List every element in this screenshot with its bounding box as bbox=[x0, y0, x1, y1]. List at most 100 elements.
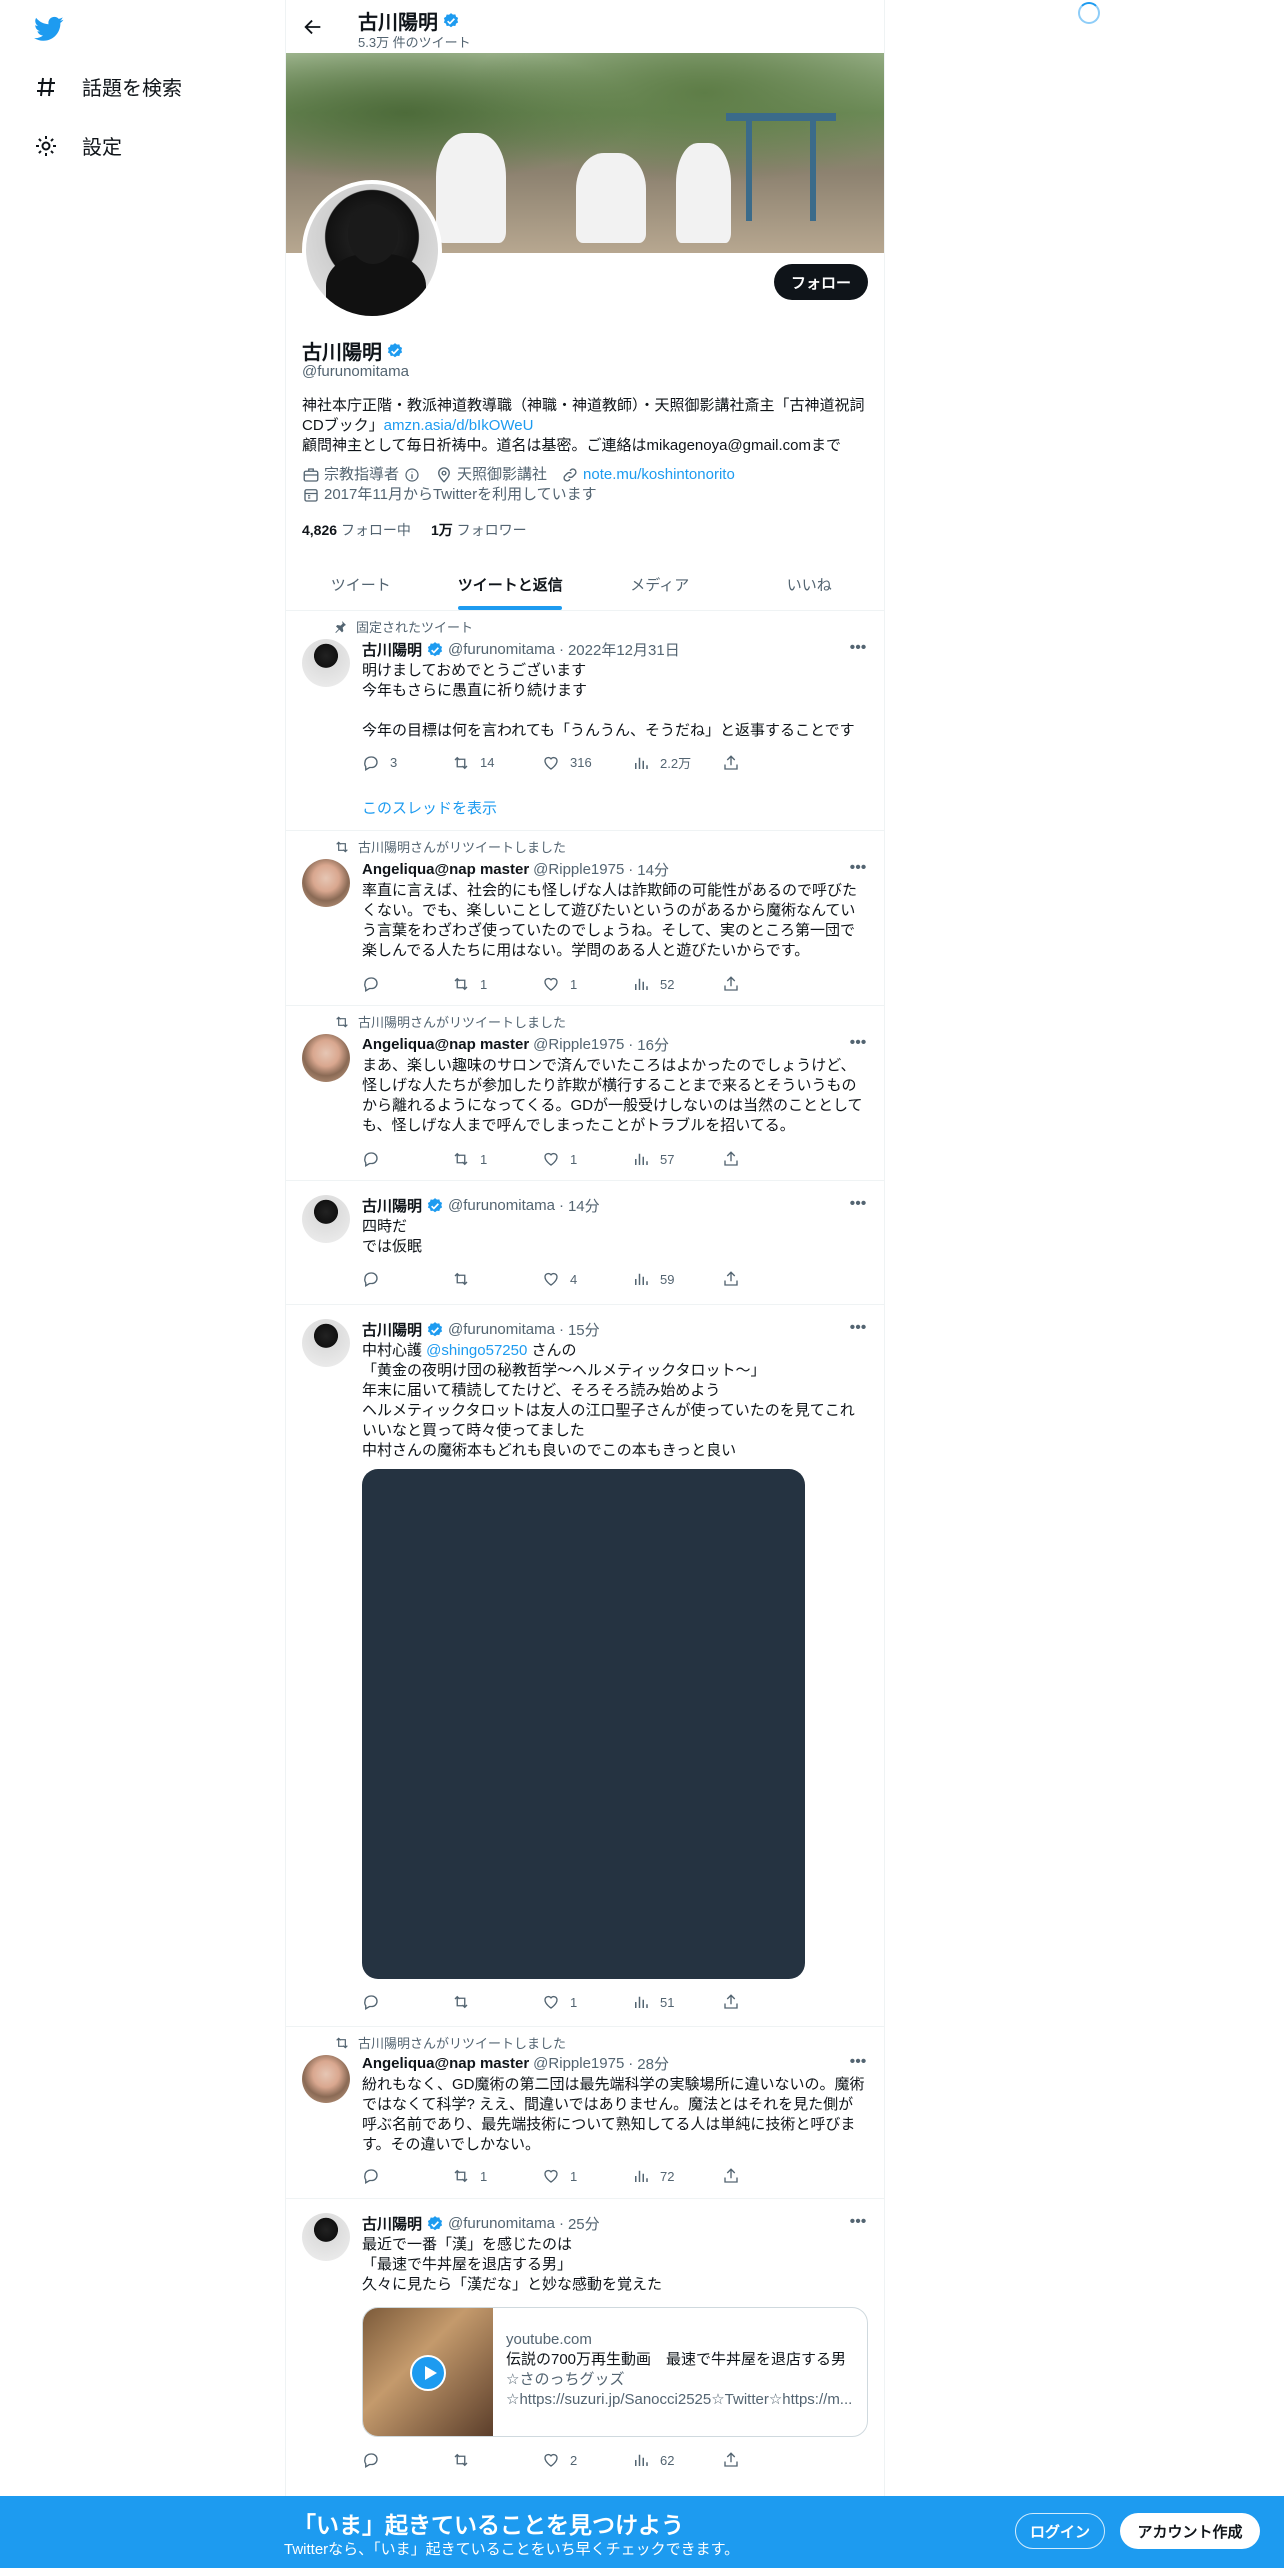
avatar[interactable] bbox=[302, 639, 350, 687]
reply-button[interactable] bbox=[362, 2167, 422, 2185]
tweet-author-name[interactable]: 古川陽明 bbox=[362, 639, 422, 660]
reply-button[interactable] bbox=[362, 1150, 422, 1168]
avatar[interactable] bbox=[302, 2055, 350, 2103]
tweet[interactable]: 古川陽明さんがリツイートしました Angeliqua@nap master @R… bbox=[286, 831, 884, 1006]
retweet-button[interactable] bbox=[452, 1993, 512, 2011]
tweet[interactable]: 古川陽明 @furunomitama · 14分 ••• 四時だ では仮眠 4 … bbox=[286, 1181, 884, 1305]
retweet-button[interactable] bbox=[452, 2451, 512, 2469]
views-button[interactable]: 51 bbox=[632, 1993, 692, 2011]
login-button[interactable]: ログイン bbox=[1015, 2513, 1105, 2549]
retweet-button[interactable]: 1 bbox=[452, 1150, 512, 1168]
like-button[interactable]: 1 bbox=[542, 2167, 602, 2185]
tweet[interactable]: 固定されたツイート 古川陽明 @furunomitama · 2022年12月3… bbox=[286, 611, 884, 831]
tweet-time[interactable]: 28分 bbox=[637, 2053, 669, 2074]
briefcase-icon bbox=[303, 468, 319, 482]
tweet-time[interactable]: 16分 bbox=[637, 1034, 669, 1055]
reply-button[interactable] bbox=[362, 2451, 422, 2469]
more-options-icon[interactable]: ••• bbox=[848, 639, 868, 659]
share-button[interactable] bbox=[722, 975, 782, 993]
more-options-icon[interactable]: ••• bbox=[848, 2213, 868, 2233]
avatar[interactable] bbox=[302, 1034, 350, 1082]
tweet-time[interactable]: 25分 bbox=[568, 2213, 600, 2234]
tweet-author-name[interactable]: 古川陽明 bbox=[362, 2213, 422, 2234]
nav-explore[interactable]: 話題を検索 bbox=[34, 72, 182, 101]
share-button[interactable] bbox=[722, 2451, 782, 2469]
followers-link[interactable]: 1万 フォロワー bbox=[431, 520, 527, 540]
tweet-time[interactable]: 14分 bbox=[637, 859, 669, 880]
views-button[interactable]: 72 bbox=[632, 2167, 692, 2185]
back-arrow-icon[interactable] bbox=[302, 16, 324, 38]
tweet-media[interactable] bbox=[362, 1469, 805, 1979]
views-button[interactable]: 2.2万 bbox=[632, 753, 692, 772]
share-button[interactable] bbox=[722, 1993, 782, 2011]
share-button[interactable] bbox=[722, 753, 782, 772]
like-button[interactable]: 1 bbox=[542, 975, 602, 993]
tweet-author-name[interactable]: Angeliqua@nap master bbox=[362, 2055, 529, 2072]
retweet-button[interactable]: 14 bbox=[452, 753, 512, 772]
share-button[interactable] bbox=[722, 2167, 782, 2185]
tweet-author-name[interactable]: 古川陽明 bbox=[362, 1319, 422, 1340]
tab-tweets-and-replies[interactable]: ツイートと返信 bbox=[436, 558, 586, 610]
twitter-logo-icon[interactable] bbox=[32, 14, 66, 44]
like-button[interactable]: 4 bbox=[542, 1270, 602, 1288]
like-button[interactable]: 2 bbox=[542, 2451, 602, 2469]
views-button[interactable]: 62 bbox=[632, 2451, 692, 2469]
reply-button[interactable]: 3 bbox=[362, 753, 422, 772]
profile-joined: 2017年11月からTwitterを利用しています bbox=[302, 485, 597, 505]
retweet-button[interactable] bbox=[452, 1270, 512, 1288]
link-card[interactable]: youtube.com 伝説の700万再生動画 最速で牛丼屋を退店する男 ☆さの… bbox=[362, 2307, 868, 2437]
profile-website[interactable]: note.mu/koshintonorito bbox=[561, 465, 735, 485]
tweet[interactable]: 古川陽明さんがリツイートしました Angeliqua@nap master @R… bbox=[286, 1006, 884, 1181]
avatar[interactable] bbox=[302, 859, 350, 907]
profile-avatar[interactable] bbox=[302, 180, 442, 320]
show-thread-link[interactable]: このスレッドを表示 bbox=[362, 797, 497, 818]
reply-button[interactable] bbox=[362, 1270, 422, 1288]
like-button[interactable]: 316 bbox=[542, 753, 602, 772]
mention-link[interactable]: @shingo57250 bbox=[426, 1342, 527, 1359]
info-icon[interactable] bbox=[403, 466, 421, 484]
share-button[interactable] bbox=[722, 1150, 782, 1168]
reply-button[interactable] bbox=[362, 975, 422, 993]
tweet-author-handle: @Ripple1975 bbox=[533, 861, 625, 878]
more-options-icon[interactable]: ••• bbox=[848, 1034, 868, 1054]
more-options-icon[interactable]: ••• bbox=[848, 859, 868, 879]
share-icon bbox=[724, 1271, 738, 1286]
tweet-author-name[interactable]: Angeliqua@nap master bbox=[362, 1036, 529, 1053]
nav-settings[interactable]: 設定 bbox=[34, 131, 122, 160]
tweet-time[interactable]: 2022年12月31日 bbox=[568, 639, 680, 660]
bio-link[interactable]: amzn.asia/d/bIkOWeU bbox=[384, 417, 534, 434]
share-button[interactable] bbox=[722, 1270, 782, 1288]
like-button[interactable]: 1 bbox=[542, 1993, 602, 2011]
views-button[interactable]: 59 bbox=[632, 1270, 692, 1288]
retweet-button[interactable]: 1 bbox=[452, 975, 512, 993]
retweet-button[interactable]: 1 bbox=[452, 2167, 512, 2185]
more-options-icon[interactable]: ••• bbox=[848, 1195, 868, 1215]
views-button[interactable]: 52 bbox=[632, 975, 692, 993]
tweet-actions: 1 51 bbox=[362, 1993, 782, 2011]
following-link[interactable]: 4,826 フォロー中 bbox=[302, 520, 411, 540]
retweet-icon bbox=[454, 756, 468, 769]
tab-media[interactable]: メディア bbox=[585, 558, 735, 610]
tab-tweets[interactable]: ツイート bbox=[286, 558, 436, 610]
more-options-icon[interactable]: ••• bbox=[848, 2053, 868, 2073]
tweet-author-handle: @furunomitama bbox=[448, 1321, 555, 1338]
tweet[interactable]: 古川陽明 @furunomitama · 15分 ••• 中村心護 @shing… bbox=[286, 1305, 884, 2027]
tweet-author-name[interactable]: Angeliqua@nap master bbox=[362, 861, 529, 878]
tweet-author-name[interactable]: 古川陽明 bbox=[362, 1195, 422, 1216]
like-button[interactable]: 1 bbox=[542, 1150, 602, 1168]
tab-likes[interactable]: いいね bbox=[735, 558, 885, 610]
views-button[interactable]: 57 bbox=[632, 1150, 692, 1168]
play-icon[interactable] bbox=[410, 2355, 446, 2391]
reply-button[interactable] bbox=[362, 1993, 422, 2011]
more-options-icon[interactable]: ••• bbox=[848, 1319, 868, 1339]
avatar[interactable] bbox=[302, 1195, 350, 1243]
avatar[interactable] bbox=[302, 2213, 350, 2261]
tweet[interactable]: 古川陽明 @furunomitama · 25分 ••• 最近で一番「漢」を感じ… bbox=[286, 2199, 884, 2499]
tweet[interactable]: 古川陽明さんがリツイートしました Angeliqua@nap master @R… bbox=[286, 2027, 884, 2199]
tweet-time[interactable]: 15分 bbox=[568, 1319, 600, 1340]
follow-button[interactable]: フォロー bbox=[774, 264, 868, 300]
signup-button[interactable]: アカウント作成 bbox=[1120, 2513, 1260, 2549]
verified-badge-icon bbox=[427, 1197, 443, 1212]
avatar[interactable] bbox=[302, 1319, 350, 1367]
tweet-time[interactable]: 14分 bbox=[568, 1195, 600, 1216]
